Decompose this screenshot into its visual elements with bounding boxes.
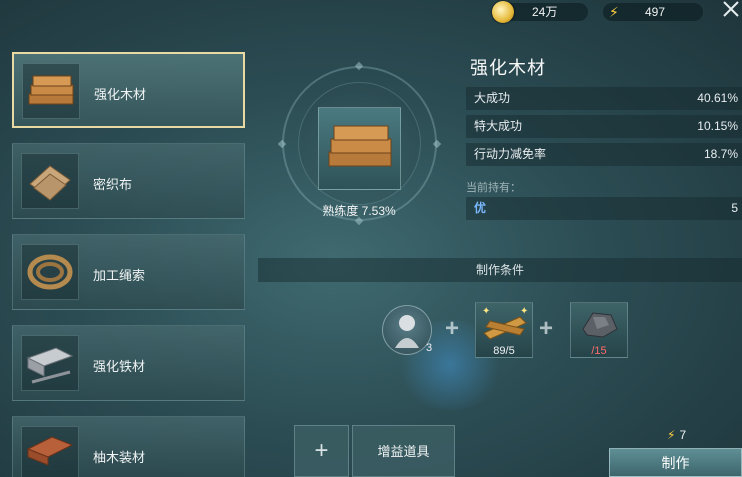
character-portrait-icon bbox=[395, 315, 419, 348]
stat-row-huge-success: 特大成功 10.15% bbox=[466, 115, 742, 138]
close-button[interactable] bbox=[720, 0, 742, 22]
character-slot[interactable] bbox=[382, 305, 432, 355]
quality-grade: 优 bbox=[474, 201, 487, 215]
lightning-icon: ⚡ bbox=[667, 428, 676, 442]
stat-row-energy-reduction: 行动力减免率 18.7% bbox=[466, 143, 742, 166]
recipe-item-teak[interactable]: 柚木装材 bbox=[12, 416, 245, 477]
holding-row: 优 5 bbox=[466, 197, 742, 220]
recipe-item-label: 强化铁材 bbox=[93, 359, 146, 374]
teak-board-icon bbox=[21, 426, 79, 477]
item-title: 强化木材 bbox=[470, 58, 546, 78]
svg-text:✦: ✦ bbox=[482, 306, 490, 317]
recipe-item-label: 强化木材 bbox=[94, 87, 147, 102]
stat-value: 40.61% bbox=[697, 91, 738, 105]
material-count: /15 bbox=[591, 345, 607, 357]
material-slot-ore[interactable]: /15 bbox=[570, 302, 628, 358]
close-icon bbox=[723, 1, 739, 17]
lumber-icon: ✦ ✦ bbox=[482, 306, 528, 340]
material-slot-lumber[interactable]: ✦ ✦ 89/5 bbox=[475, 302, 533, 358]
svg-text:✦: ✦ bbox=[520, 306, 528, 317]
add-buff-item-button[interactable]: + bbox=[294, 425, 349, 477]
energy-display: ⚡ 497 bbox=[603, 3, 703, 21]
energy-amount: 497 bbox=[645, 5, 666, 19]
wood-planks-icon bbox=[22, 63, 80, 119]
energy-cost: ⚡ 7 bbox=[667, 428, 686, 442]
rope-icon bbox=[21, 244, 79, 300]
energy-cost-value: 7 bbox=[679, 428, 687, 442]
plus-icon: + bbox=[445, 315, 460, 342]
ore-icon bbox=[582, 312, 618, 338]
stat-value: 18.7% bbox=[703, 147, 738, 161]
recipe-item-label: 加工绳索 bbox=[93, 268, 146, 283]
holding-count: 5 bbox=[731, 201, 738, 215]
coin-display: 24万 bbox=[492, 1, 588, 23]
coin-amount: 24万 bbox=[532, 5, 558, 19]
selected-item-preview bbox=[318, 107, 401, 190]
recipe-item-reinforced-iron[interactable]: 强化铁材 bbox=[12, 325, 245, 401]
material-count: 89/5 bbox=[493, 345, 515, 357]
lightning-icon: ⚡ bbox=[609, 4, 619, 20]
stat-row-great-success: 大成功 40.61% bbox=[466, 87, 742, 110]
crafting-conditions-header: 制作条件 bbox=[258, 258, 742, 282]
craft-button[interactable]: 制作 bbox=[609, 448, 742, 477]
recipe-item-reinforced-wood[interactable]: 强化木材 bbox=[12, 52, 245, 128]
character-count: 3 bbox=[426, 342, 433, 354]
stat-label: 行动力减免率 bbox=[474, 147, 547, 161]
holding-label: 当前持有： bbox=[466, 182, 521, 194]
stat-value: 10.15% bbox=[697, 119, 738, 133]
stat-label: 大成功 bbox=[474, 91, 511, 105]
cloth-icon bbox=[21, 153, 79, 209]
recipe-item-processed-rope[interactable]: 加工绳索 bbox=[12, 234, 245, 310]
plus-icon: + bbox=[539, 315, 554, 342]
stat-label: 特大成功 bbox=[474, 119, 523, 133]
recipe-item-label: 柚木装材 bbox=[93, 450, 146, 465]
wood-planks-icon bbox=[328, 125, 392, 167]
iron-ingot-icon bbox=[21, 335, 79, 391]
recipe-item-label: 密织布 bbox=[93, 177, 133, 192]
coin-icon bbox=[492, 1, 514, 23]
recipe-item-dense-cloth[interactable]: 密织布 bbox=[12, 143, 245, 219]
buff-items-button[interactable]: 增益道具 bbox=[352, 425, 455, 477]
proficiency-label: 熟练度 7.53% bbox=[322, 204, 396, 218]
